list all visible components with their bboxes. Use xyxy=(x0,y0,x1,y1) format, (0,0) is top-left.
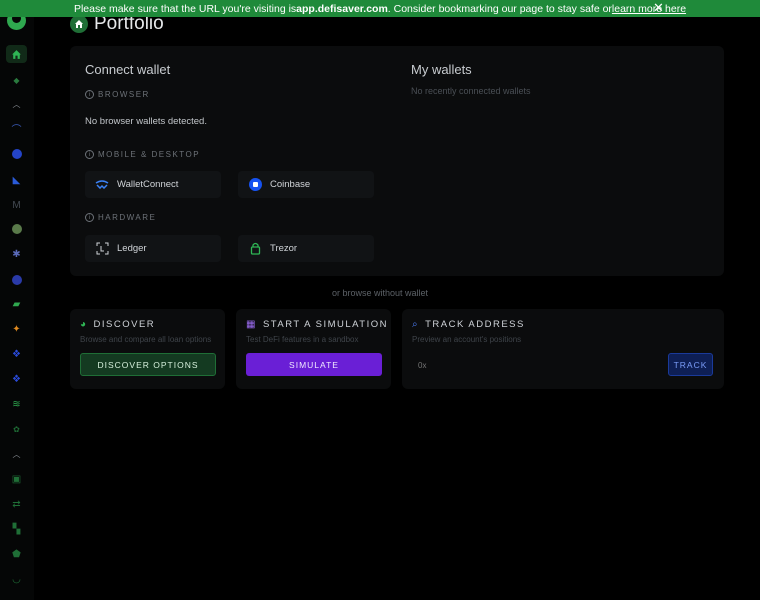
tool-icon: ⬟ xyxy=(12,548,21,560)
close-icon[interactable]: ✕ xyxy=(653,1,664,15)
trezor-label: Trezor xyxy=(270,243,298,254)
sidebar-item-protocol[interactable] xyxy=(6,220,27,238)
connect-wallet-panel: Connect wallet i BROWSER No browser walle… xyxy=(70,46,724,276)
learn-more-link[interactable]: learn more here xyxy=(612,3,686,15)
connect-wallet-title: Connect wallet xyxy=(85,62,171,77)
sidebar-item-tool[interactable]: ◡ xyxy=(6,570,27,588)
sidebar-item-protocol[interactable]: ❖ xyxy=(6,370,27,388)
simulation-icon: ▦ xyxy=(246,319,257,330)
ledger-icon xyxy=(95,242,109,256)
no-recent-wallets: No recently connected wallets xyxy=(411,86,531,96)
protocol-icon: ❖ xyxy=(12,348,21,360)
swap-icon: ⇄ xyxy=(12,498,21,510)
compass-icon: ◕ xyxy=(80,319,88,330)
track-address-card: ⌕ TRACK ADDRESS Preview an account's posi… xyxy=(402,309,724,389)
address-input[interactable] xyxy=(412,354,658,377)
protocol-icon: ✱ xyxy=(12,248,21,260)
home-icon xyxy=(12,49,21,59)
trezor-button[interactable]: Trezor xyxy=(238,235,374,262)
track-subtitle: Preview an account's positions xyxy=(412,335,522,344)
discover-options-button[interactable]: DISCOVER OPTIONS xyxy=(80,353,216,376)
simulation-title: START A SIMULATION xyxy=(262,319,388,330)
mobile-section-label: MOBILE & DESKTOP xyxy=(98,150,201,159)
ledger-button[interactable]: Ledger xyxy=(85,235,221,262)
simulation-subtitle: Test DeFi features in a sandbox xyxy=(246,335,359,344)
sidebar-item-tool[interactable]: ▚ xyxy=(6,520,27,538)
simulation-card: ▦ START A SIMULATION Test DeFi features i… xyxy=(236,309,391,389)
sidebar-collapse[interactable]: ︿ xyxy=(6,95,27,113)
track-button[interactable]: TRACK xyxy=(668,353,713,376)
track-header: ⌕ TRACK ADDRESS xyxy=(412,319,525,330)
simulation-header: ▦ START A SIMULATION xyxy=(246,319,388,330)
sidebar-item-wallet[interactable]: ◆ xyxy=(6,71,27,89)
track-title: TRACK ADDRESS xyxy=(425,319,525,330)
banner-text-after: . Consider bookmarking our page to stay … xyxy=(387,2,612,15)
coinbase-label: Coinbase xyxy=(270,179,311,190)
security-banner: Please make sure that the URL you're vis… xyxy=(0,0,760,17)
protocol-icon: ⌒ xyxy=(11,124,22,136)
sidebar-item-tool[interactable]: ▣ xyxy=(6,470,27,488)
protocol-icon: M xyxy=(12,199,21,211)
info-icon[interactable]: i xyxy=(85,90,94,99)
walletconnect-label: WalletConnect xyxy=(117,179,179,190)
info-icon[interactable]: i xyxy=(85,213,94,222)
sidebar-item-tool[interactable]: ⬟ xyxy=(6,545,27,563)
tool-icon: ▚ xyxy=(12,523,21,535)
protocol-icon: ❖ xyxy=(12,373,21,385)
tool-icon: ▣ xyxy=(11,473,22,485)
protocol-icon: ✦ xyxy=(12,323,21,335)
browse-without-wallet-link[interactable]: or browse without wallet xyxy=(0,288,760,298)
sidebar-item-protocol[interactable]: ✦ xyxy=(6,320,27,338)
sidebar-item-protocol[interactable]: ✱ xyxy=(6,245,27,263)
tool-icon: ◡ xyxy=(12,573,21,585)
discover-header: ◕ DISCOVER xyxy=(80,319,155,330)
sidebar-item-home[interactable] xyxy=(6,45,27,63)
sidebar: ◆ ︿ ⌒ ◣ M ✱ ▰ ✦ ❖ ❖ ≋ ✿ ︿ ▣ ⇄ ▚ ⬟ ◡ xyxy=(0,0,34,600)
wallet-icon: ◆ xyxy=(13,75,20,85)
coinbase-button[interactable]: Coinbase xyxy=(238,171,374,198)
protocol-icon: ✿ xyxy=(13,424,20,434)
sidebar-item-protocol[interactable] xyxy=(6,271,27,289)
sidebar-item-protocol[interactable]: ⌒ xyxy=(6,119,27,137)
discover-title: DISCOVER xyxy=(93,319,156,330)
mobile-section-header: i MOBILE & DESKTOP xyxy=(85,150,200,159)
hardware-section-header: i HARDWARE xyxy=(85,213,156,222)
protocol-icon xyxy=(11,224,22,234)
ledger-label: Ledger xyxy=(117,243,147,254)
walletconnect-button[interactable]: WalletConnect xyxy=(85,171,221,198)
protocol-icon: ▰ xyxy=(12,298,21,310)
sidebar-item-protocol[interactable]: ❖ xyxy=(6,345,27,363)
chevron-up-icon: ︿ xyxy=(12,99,21,109)
browser-section-label: BROWSER xyxy=(98,90,150,99)
no-browser-wallets: No browser wallets detected. xyxy=(85,116,207,127)
my-wallets-title: My wallets xyxy=(411,62,472,77)
sidebar-item-protocol[interactable]: ◣ xyxy=(6,171,27,189)
hardware-section-label: HARDWARE xyxy=(98,213,157,222)
lock-icon xyxy=(248,242,262,256)
protocol-icon: ◣ xyxy=(12,174,21,186)
sidebar-item-tool[interactable]: ⇄ xyxy=(6,495,27,513)
sidebar-collapse[interactable]: ︿ xyxy=(6,445,27,463)
sidebar-item-protocol[interactable]: M xyxy=(6,196,27,214)
coinbase-icon xyxy=(248,178,262,192)
sidebar-item-protocol[interactable]: ≋ xyxy=(6,395,27,413)
walletconnect-icon xyxy=(95,178,109,192)
search-icon: ⌕ xyxy=(412,319,420,330)
protocol-icon xyxy=(11,149,22,159)
discover-card: ◕ DISCOVER Browse and compare all loan op… xyxy=(70,309,225,389)
protocol-icon xyxy=(11,275,22,285)
banner-text-before: Please make sure that the URL you're vis… xyxy=(73,2,297,15)
home-icon xyxy=(70,15,88,33)
sidebar-item-protocol[interactable] xyxy=(6,145,27,163)
banner-url: app.defisaver.com xyxy=(296,2,388,15)
sidebar-item-protocol[interactable]: ✿ xyxy=(6,420,27,438)
protocol-icon: ≋ xyxy=(12,398,21,410)
info-icon[interactable]: i xyxy=(85,150,94,159)
browser-section-header: i BROWSER xyxy=(85,90,150,99)
simulate-button[interactable]: SIMULATE xyxy=(246,353,382,376)
discover-subtitle: Browse and compare all loan options xyxy=(80,335,212,344)
chevron-up-icon: ︿ xyxy=(12,449,21,459)
